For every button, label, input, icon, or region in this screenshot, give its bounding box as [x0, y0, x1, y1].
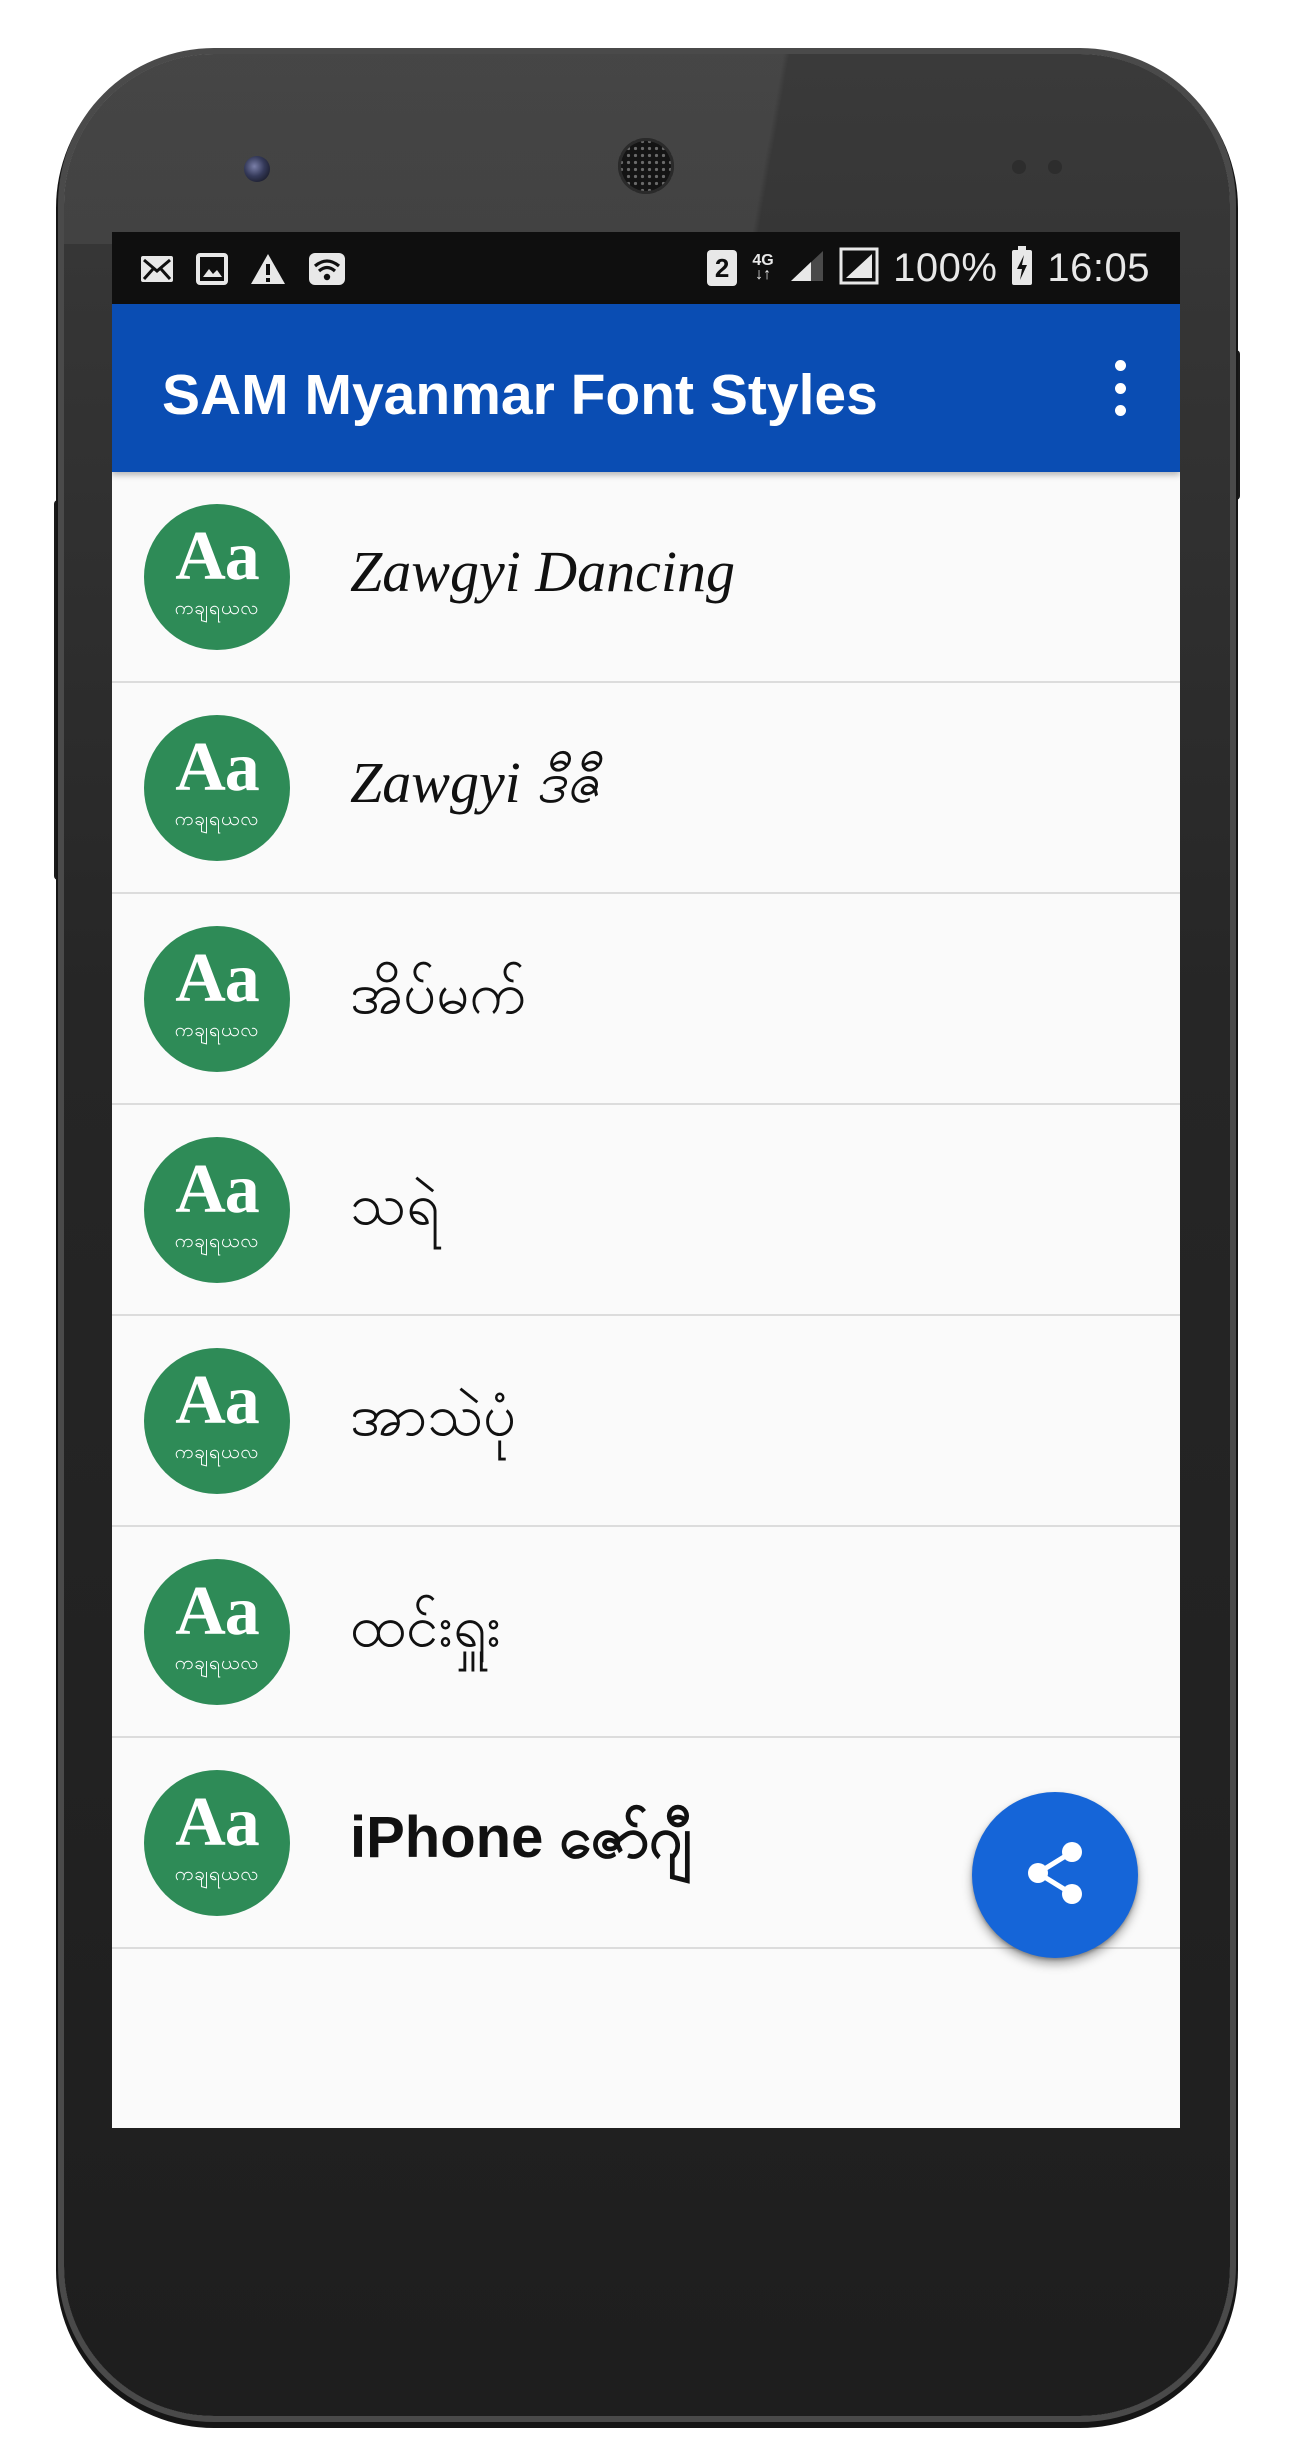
font-style-name: အာသဲပုံ	[350, 1383, 517, 1448]
network-type: 4G ↓↑	[751, 253, 775, 283]
list-item[interactable]: Aa ကချရယလ သရဲ	[112, 1105, 1180, 1316]
font-app-icon: Aa ကချရယလ	[144, 1137, 290, 1283]
signal-icon	[789, 249, 825, 288]
email-icon	[140, 254, 174, 289]
light-sensor	[1048, 160, 1062, 174]
font-style-name: Zawgyi ဒီဇီ	[350, 750, 601, 815]
font-style-name: သရဲ	[350, 1172, 440, 1237]
warning-icon	[250, 253, 286, 290]
icon-title: Aa	[175, 729, 260, 806]
font-style-name: Zawgyi Dancing	[350, 539, 736, 604]
font-style-name: အိပ်မက်	[350, 961, 527, 1026]
icon-title: Aa	[175, 1151, 260, 1228]
font-app-icon: Aa ကချရယလ	[144, 926, 290, 1072]
battery-charging-icon	[1011, 245, 1033, 291]
share-icon	[1024, 1840, 1086, 1911]
font-app-icon: Aa ကချရယလ	[144, 504, 290, 650]
system-indicators: 2 4G ↓↑ 100% 16:05	[707, 242, 1150, 294]
list-item[interactable]: Aa ကချရယလ Zawgyi Dancing	[112, 472, 1180, 683]
status-bar: 2 4G ↓↑ 100% 16:05	[112, 232, 1180, 304]
image-icon	[196, 253, 228, 290]
app-toolbar: SAM Myanmar Font Styles	[112, 304, 1180, 472]
icon-subtitle: ကချရယလ	[174, 1231, 260, 1252]
icon-title: Aa	[175, 940, 260, 1017]
icon-subtitle: ကချရယလ	[174, 1864, 260, 1885]
font-app-icon: Aa ကချရယလ	[144, 1559, 290, 1705]
icon-title: Aa	[175, 1784, 260, 1861]
app-title: SAM Myanmar Font Styles	[162, 363, 878, 427]
icon-subtitle: ကချရယလ	[174, 1020, 260, 1041]
font-style-name: ထင်းရှူး	[350, 1594, 502, 1659]
icon-subtitle: ကချရယလ	[174, 598, 260, 619]
wifi-icon	[308, 252, 346, 291]
phone-screen: 2 4G ↓↑ 100% 16:05 SAM Myanmar Font Styl…	[112, 232, 1180, 2128]
list-item[interactable]: Aa ကချရယလ အိပ်မက်	[112, 894, 1180, 1105]
more-vert-icon[interactable]	[1098, 352, 1142, 424]
proximity-sensor	[1012, 160, 1026, 174]
list-item[interactable]: Aa ကချရယလ ထင်းရှူး	[112, 1527, 1180, 1738]
icon-title: Aa	[175, 518, 260, 595]
signal-icon	[839, 247, 879, 290]
font-app-icon: Aa ကချရယလ	[144, 1770, 290, 1916]
font-style-name: iPhone ဇော်ဂျီ	[350, 1805, 692, 1870]
icon-title: Aa	[175, 1573, 260, 1650]
notification-icons	[140, 252, 346, 291]
clock: 16:05	[1047, 245, 1150, 290]
icon-subtitle: ကချရယလ	[174, 809, 260, 830]
earpiece-speaker	[618, 138, 674, 194]
battery-percentage: 100%	[893, 245, 998, 290]
list-item[interactable]: Aa ကချရယလ အာသဲပုံ	[112, 1316, 1180, 1527]
icon-title: Aa	[175, 1362, 260, 1439]
data-activity-arrows: ↓↑	[755, 266, 772, 283]
list-item[interactable]: Aa ကချရယလ Zawgyi ဒီဇီ	[112, 683, 1180, 894]
share-button[interactable]	[972, 1792, 1138, 1958]
icon-subtitle: ကချရယလ	[174, 1653, 260, 1674]
icon-subtitle: ကချရယလ	[174, 1442, 260, 1463]
font-app-icon: Aa ကချရယလ	[144, 1348, 290, 1494]
font-style-list: Aa ကချရယလ Zawgyi Dancing Aa ကချရယလ Zawgy…	[112, 472, 1180, 1949]
sim-slot-badge: 2	[707, 250, 738, 286]
font-app-icon: Aa ကချရယလ	[144, 715, 290, 861]
front-camera	[244, 156, 270, 182]
